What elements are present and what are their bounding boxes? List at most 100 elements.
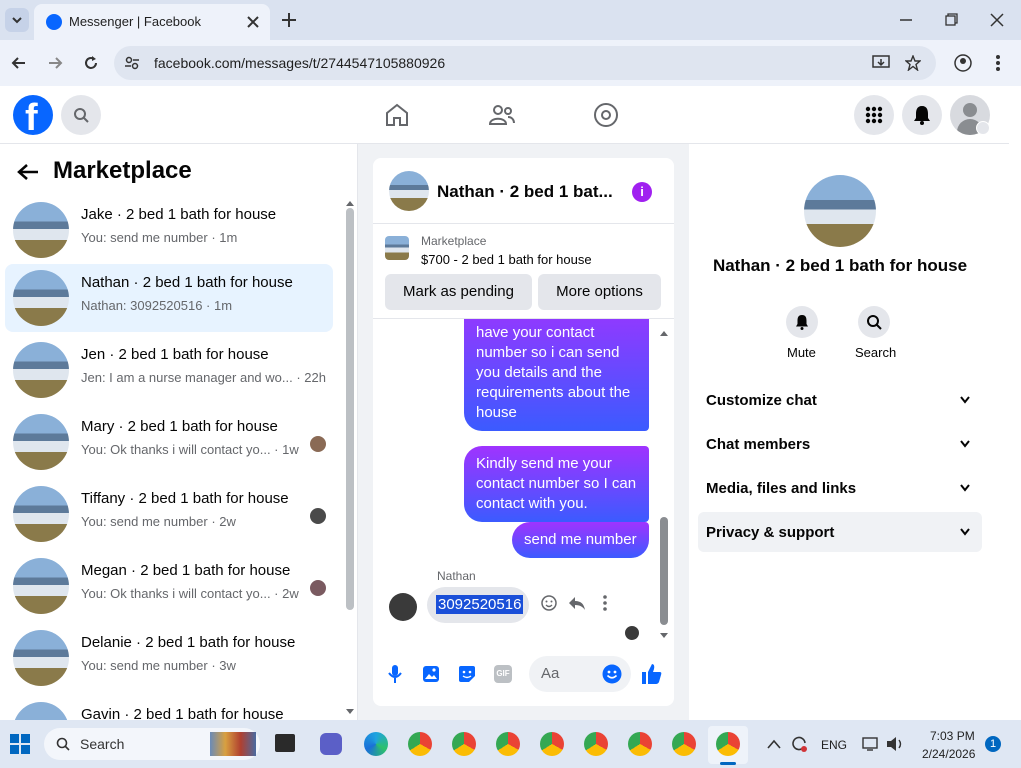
conversation-row-jake[interactable]: Jake · 2 bed 1 bath for house You: send … [5,196,333,264]
privacy-support-section[interactable]: Privacy & support [698,512,982,552]
chrome-profile-icon[interactable] [496,732,520,756]
message-input[interactable]: Aa [529,656,631,692]
back-arrow-icon[interactable] [17,163,39,181]
tab-list-button[interactable] [5,8,29,32]
conversation-row-gavin[interactable]: Gavin · 2 bed 1 bath for house [5,696,333,720]
new-tab-icon[interactable] [281,12,297,28]
search-button[interactable] [61,95,101,135]
emoji-icon[interactable] [602,664,622,684]
teams-icon[interactable] [320,733,342,755]
received-message-text[interactable]: 3092520516 [436,595,524,614]
profile-icon[interactable] [954,54,972,72]
address-bar[interactable]: facebook.com/messages/t/2744547105880926 [114,46,936,80]
conversation-row-tiffany[interactable]: Tiffany · 2 bed 1 bath for house You: se… [5,480,333,548]
notification-badge[interactable]: 1 [985,736,1001,752]
chevron-up-icon[interactable] [767,739,781,749]
chrome-icon[interactable] [408,732,432,756]
listing-thumbnail [385,236,409,260]
scrollbar-thumb[interactable] [660,517,668,625]
bookmark-star-icon[interactable] [905,55,921,71]
back-icon[interactable] [11,55,27,71]
more-actions-icon[interactable] [603,595,607,611]
listing-banner[interactable]: Marketplace $700 - 2 bed 1 bath for hous… [373,225,674,269]
edge-icon[interactable] [364,732,388,756]
chrome-profile-icon[interactable] [672,732,696,756]
conversation-list-scrollbar[interactable] [345,194,355,718]
facebook-logo-icon[interactable]: f [13,95,53,135]
scrollbar-thumb[interactable] [346,208,354,610]
file-explorer-icon[interactable] [275,734,295,752]
menu-button[interactable] [854,95,894,135]
scroll-down-icon[interactable] [659,632,669,640]
scroll-down-icon[interactable] [345,708,355,716]
info-icon[interactable]: i [632,182,652,202]
chat-members-section[interactable]: Chat members [698,424,982,464]
reload-icon[interactable] [83,55,99,71]
conversation-row-megan[interactable]: Megan · 2 bed 1 bath for house You: Ok t… [5,552,333,620]
media-files-links-section[interactable]: Media, files and links [698,468,982,508]
react-smiley-icon[interactable] [541,595,557,611]
mark-as-pending-button[interactable]: Mark as pending [385,274,532,310]
home-icon[interactable] [384,102,410,128]
browser-tab[interactable]: Messenger | Facebook [34,4,270,40]
photo-icon[interactable] [422,665,440,683]
minimize-icon[interactable] [899,13,913,27]
chrome-profile-icon[interactable] [628,732,652,756]
search-highlight-image [210,732,256,756]
taskbar-search[interactable]: Search [44,728,260,760]
listing-thumbnail [13,702,69,720]
network-icon[interactable] [862,736,880,752]
microphone-icon[interactable] [387,664,403,684]
sender-avatar[interactable] [389,593,417,621]
clock-time[interactable]: 7:03 PM [930,729,975,743]
search-in-chat-button[interactable] [858,306,890,338]
chrome-profile-icon-active[interactable] [716,732,740,756]
conversation-row-delanie[interactable]: Delanie · 2 bed 1 bath for house You: se… [5,624,333,692]
sent-message: Kindly send me your contact number so I … [464,446,649,522]
chrome-profile-icon[interactable] [584,732,608,756]
listing-thumbnail [13,270,69,326]
close-tab-icon[interactable] [246,15,260,29]
scroll-up-icon[interactable] [345,199,355,207]
chat-title[interactable]: Nathan · 2 bed 1 bat... [437,182,613,202]
thumbs-up-icon[interactable] [641,663,663,685]
listing-thumbnail [13,414,69,470]
chrome-profile-icon[interactable] [540,732,564,756]
volume-icon[interactable] [886,736,904,752]
site-info-icon[interactable] [124,55,140,71]
more-options-button[interactable]: More options [538,274,661,310]
conversation-row-mary[interactable]: Mary · 2 bed 1 bath for house You: Ok th… [5,408,333,476]
profile-photo[interactable] [804,175,876,247]
forward-icon[interactable] [47,55,63,71]
close-window-icon[interactable] [990,13,1004,27]
conversation-row-jen[interactable]: Jen · 2 bed 1 bath for house Jen: I am a… [5,336,333,404]
conversation-row-nathan[interactable]: Nathan · 2 bed 1 bath for house Nathan: … [5,264,333,332]
windows-start-icon[interactable] [10,734,30,754]
install-app-icon[interactable] [872,55,890,71]
bell-icon [914,106,930,125]
gif-icon[interactable]: GIF [494,665,512,683]
account-chevron-icon[interactable] [976,121,990,135]
section-label: Privacy & support [706,523,835,541]
language-indicator[interactable]: ENG [821,738,847,752]
composer: GIF Aa [373,654,674,694]
chrome-profile-icon[interactable] [452,732,476,756]
restore-icon[interactable] [944,13,958,27]
clock-date[interactable]: 2/24/2026 [922,747,975,761]
scroll-up-icon[interactable] [659,329,669,337]
listing-thumbnail [13,630,69,686]
groups-icon[interactable] [593,102,619,128]
page-scrollbar[interactable] [1009,88,1021,720]
customize-chat-section[interactable]: Customize chat [698,380,982,420]
seen-avatar [310,508,326,524]
reply-icon[interactable] [568,595,586,611]
menu-dots-icon[interactable] [995,54,1001,72]
sticker-icon[interactable] [458,665,476,683]
mute-button[interactable] [786,306,818,338]
friends-icon[interactable] [488,102,516,128]
thread-scrollbar[interactable] [659,324,669,642]
tab-title: Messenger | Facebook [69,14,201,29]
notifications-button[interactable] [902,95,942,135]
chat-avatar[interactable] [389,171,429,211]
sync-icon[interactable] [790,735,808,753]
